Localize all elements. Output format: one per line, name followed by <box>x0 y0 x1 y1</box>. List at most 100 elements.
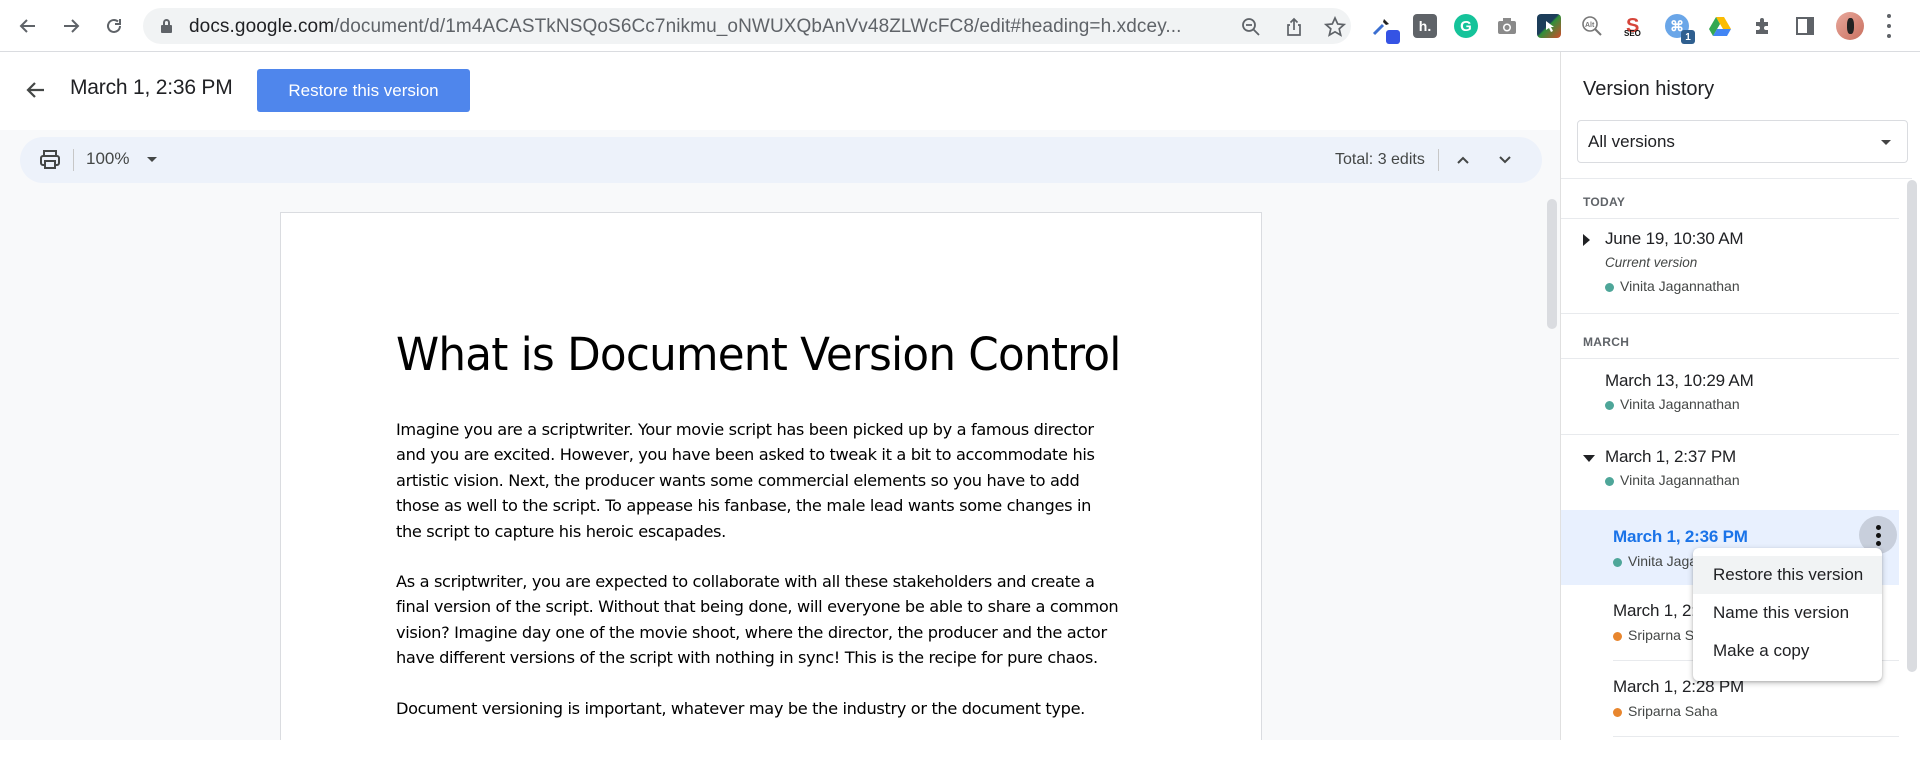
zoom-caret-icon[interactable] <box>147 157 157 162</box>
browser-forward-button[interactable] <box>57 12 85 40</box>
zoom-select[interactable]: 100% <box>86 149 129 169</box>
version-date: March 1, 2:37 PM <box>1605 447 1736 466</box>
address-bar[interactable]: docs.google.com/document/d/1m4ACASTkNSQo… <box>143 8 1351 44</box>
eyedropper-extension-icon[interactable] <box>1370 14 1400 44</box>
text-line: Imagine you are a scriptwriter. Your mov… <box>396 420 1094 439</box>
zoom-out-icon[interactable] <box>1240 16 1262 38</box>
browser-menu-icon[interactable] <box>1886 14 1892 38</box>
text-line: and you are excited. However, you have b… <box>396 445 1095 465</box>
filter-value: All versions <box>1588 132 1675 151</box>
preview-toolbar: 100% Total: 3 edits <box>20 137 1542 183</box>
document-preview-area: March 1, 2:36 PM Restore this version 10… <box>0 52 1560 752</box>
text-line: those as well to the script. To appease … <box>396 496 1092 516</box>
svg-text:Alt: Alt <box>1585 22 1595 29</box>
version-item[interactable]: June 19, 10:30 AM Current version Vinita… <box>1561 219 1899 313</box>
version-filter-dropdown[interactable]: All versions <box>1577 120 1908 163</box>
bottom-strip <box>0 740 1920 758</box>
document-heading: What is Document Version Control <box>396 328 1121 381</box>
profile-avatar[interactable] <box>1836 12 1864 40</box>
version-author: Vinita Jagannathan <box>1620 278 1740 294</box>
author-color-dot <box>1613 632 1622 641</box>
version-item[interactable]: March 13, 10:29 AM Vinita Jagannathan <box>1561 359 1899 434</box>
document-paragraph: Imagine you are a scriptwriter. Your mov… <box>396 417 1166 544</box>
author-color-dot <box>1605 477 1614 486</box>
row-divider <box>1561 313 1899 314</box>
version-author: Vinita Jagannathan <box>1620 396 1740 412</box>
document-page: What is Document Version Control Imagine… <box>280 212 1262 752</box>
arrow-left-icon <box>26 82 44 98</box>
version-header: March 1, 2:36 PM Restore this version <box>0 52 1560 130</box>
svg-text:SEO: SEO <box>1624 29 1641 38</box>
url-path: /document/d/1m4ACASTkNSQoS6Cc7nikmu_oNWU… <box>334 16 1182 37</box>
arrow-right-icon <box>64 19 80 33</box>
group-label-today: TODAY <box>1583 195 1626 209</box>
document-scrollbar[interactable] <box>1547 199 1557 329</box>
url-text[interactable]: docs.google.com/document/d/1m4ACASTkNSQo… <box>189 16 1182 38</box>
version-context-menu: Restore this version Name this version M… <box>1693 548 1882 681</box>
share-icon[interactable] <box>1283 16 1305 38</box>
reload-icon <box>107 18 121 33</box>
text-line: final version of the script. Without tha… <box>396 597 1119 617</box>
seo-extension-icon[interactable]: S SEO <box>1622 14 1646 38</box>
arrow-left-icon <box>19 19 35 33</box>
grammarly-extension-icon[interactable]: G <box>1454 14 1478 38</box>
text-line: As a scriptwriter, you are expected to c… <box>396 572 1095 591</box>
panel-scrollbar[interactable] <box>1907 180 1917 672</box>
menu-name-version[interactable]: Name this version <box>1693 594 1882 632</box>
back-button[interactable] <box>20 74 52 106</box>
document-paragraph: As a scriptwriter, you are expected to c… <box>396 569 1166 671</box>
url-host: docs.google.com <box>189 16 335 37</box>
lock-icon <box>161 19 172 33</box>
chevron-down-icon <box>1499 156 1511 164</box>
version-item[interactable]: March 1, 2:37 PM Vinita Jagannathan <box>1561 435 1899 510</box>
row-divider <box>1613 736 1899 737</box>
version-date: March 1, 2:36 PM <box>1613 527 1748 546</box>
restore-version-button[interactable]: Restore this version <box>257 69 470 112</box>
next-edit-button[interactable] <box>1492 147 1518 173</box>
chevron-up-icon <box>1457 156 1469 164</box>
camera-extension-icon[interactable] <box>1495 14 1519 38</box>
author-color-dot <box>1605 283 1614 292</box>
version-title: March 1, 2:36 PM <box>70 76 233 99</box>
browser-reload-button[interactable] <box>100 12 128 40</box>
collapse-caret-icon[interactable] <box>1583 455 1595 462</box>
toolbar-divider <box>73 149 74 171</box>
side-panel-icon[interactable] <box>1793 14 1817 38</box>
bookmark-star-icon[interactable] <box>1324 16 1346 38</box>
browser-toolbar: docs.google.com/document/d/1m4ACASTkNSQo… <box>0 0 1920 52</box>
alt-text-extension-icon[interactable]: Alt <box>1580 14 1604 38</box>
extension-badge: 1 <box>1681 30 1695 44</box>
document-paragraph: Document versioning is important, whatev… <box>396 696 1166 721</box>
version-author: Sriparna Saha <box>1628 703 1718 719</box>
group-label-march: MARCH <box>1583 335 1630 349</box>
version-author: Vinita Jagannathan <box>1620 472 1740 488</box>
browser-back-button[interactable] <box>14 12 42 40</box>
dropdown-caret-icon <box>1881 140 1891 145</box>
text-line: Document versioning is important, whatev… <box>396 699 1085 718</box>
version-date: March 13, 10:29 AM <box>1605 371 1754 390</box>
print-icon <box>40 150 60 169</box>
print-button[interactable] <box>38 148 62 172</box>
google-drive-icon[interactable] <box>1708 14 1732 38</box>
version-date: June 19, 10:30 AM <box>1605 229 1744 248</box>
h-extension-icon[interactable]: h. <box>1413 14 1437 38</box>
panel-divider <box>1561 178 1912 179</box>
panel-title: Version history <box>1583 78 1715 100</box>
previous-edit-button[interactable] <box>1450 147 1476 173</box>
text-line: the script to capture his heroic escapad… <box>396 521 726 541</box>
author-color-dot <box>1605 401 1614 410</box>
extensions-puzzle-icon[interactable] <box>1751 14 1775 38</box>
text-line: vision? Imagine day one of the movie sho… <box>396 622 1107 642</box>
current-version-label: Current version <box>1605 255 1698 270</box>
menu-restore-version[interactable]: Restore this version <box>1693 556 1882 594</box>
menu-make-copy[interactable]: Make a copy <box>1693 632 1882 670</box>
shortcut-extension-icon[interactable]: ⌘ 1 <box>1665 14 1695 44</box>
expand-caret-icon[interactable] <box>1583 234 1590 246</box>
author-color-dot <box>1613 558 1622 567</box>
text-line: artistic vision. Next, the producer want… <box>396 470 1080 490</box>
total-edits-label: Total: 3 edits <box>1335 151 1425 168</box>
pointer-extension-icon[interactable] <box>1537 14 1561 38</box>
text-line: have different versions of the script wi… <box>396 648 1098 668</box>
extension-badge <box>1386 30 1400 44</box>
author-color-dot <box>1613 708 1622 717</box>
